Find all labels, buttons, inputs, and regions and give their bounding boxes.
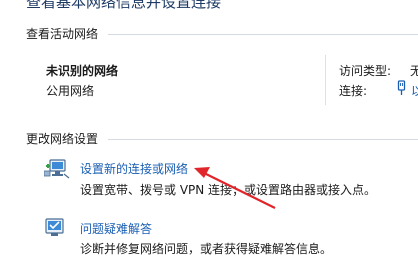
section-divider [108, 34, 418, 35]
troubleshoot-icon[interactable] [44, 217, 66, 243]
network-setup-icon[interactable] [43, 156, 70, 186]
annotation-arrow [194, 167, 276, 209]
page-title: 查看基本网络信息并设置连接 [26, 0, 222, 11]
access-type-value: 无 [410, 64, 418, 78]
column-separator [325, 55, 326, 105]
troubleshoot-link[interactable]: 问题疑难解答 [80, 220, 152, 237]
section-divider [108, 139, 418, 140]
setup-connection-link[interactable]: 设置新的连接或网络 [80, 160, 188, 177]
connection-label: 连接: [339, 84, 368, 98]
access-type-label: 访问类型: [339, 64, 392, 78]
connection-link[interactable]: 以 [411, 82, 418, 99]
troubleshoot-desc: 诊断并修复网络问题，或者获得疑难解答信息。 [80, 242, 333, 256]
ethernet-icon[interactable] [397, 80, 406, 100]
active-network-header: 查看活动网络 [26, 27, 99, 41]
change-settings-header: 更改网络设置 [26, 132, 99, 146]
network-name: 未识别的网络 [46, 64, 119, 78]
network-type: 公用网络 [46, 84, 95, 98]
